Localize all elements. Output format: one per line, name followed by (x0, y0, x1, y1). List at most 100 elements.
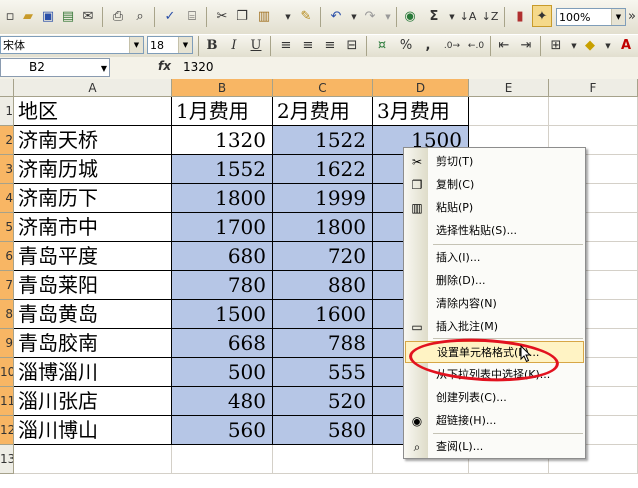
context-menu-item[interactable]: ❐ 复制(C) (405, 174, 584, 196)
name-box[interactable]: B2 ▼ (0, 58, 110, 77)
cell-a3[interactable]: 济南历城 (14, 155, 172, 184)
format-painter-icon[interactable]: ✎ (296, 6, 316, 28)
cell-b10[interactable]: 500 (172, 358, 273, 387)
zoom-combo[interactable]: 100% ▼ (556, 8, 626, 26)
column-header-f[interactable]: F (549, 79, 638, 97)
font-name-combo[interactable]: 宋体 ▼ (0, 36, 144, 54)
row-header[interactable]: 1 (0, 97, 14, 126)
align-right-icon[interactable]: ≡ (320, 35, 340, 57)
row-header[interactable]: 3 (0, 155, 14, 184)
column-header-c[interactable]: C (273, 79, 373, 97)
cell-c11[interactable]: 520 (273, 387, 373, 416)
sort-descending-icon[interactable]: ↓Z (480, 6, 500, 28)
merge-center-icon[interactable]: ⊟ (342, 35, 362, 57)
context-menu-item[interactable]: 删除(D)... (405, 270, 584, 292)
autosum-button[interactable]: Σ (424, 6, 444, 28)
cell-f1[interactable] (549, 97, 638, 126)
column-header-d[interactable]: D (373, 79, 469, 97)
cell-a8[interactable]: 青岛黄岛 (14, 300, 172, 329)
redo-dropdown-icon[interactable]: ▼ (378, 6, 398, 28)
spelling-icon[interactable]: ✓ (160, 6, 180, 28)
cell-b9[interactable]: 668 (172, 329, 273, 358)
align-left-icon[interactable]: ≡ (276, 35, 296, 57)
chart-wizard-icon[interactable]: ▮ (510, 6, 530, 28)
cell-b5[interactable]: 1700 (172, 213, 273, 242)
cell-b6[interactable]: 680 (172, 242, 273, 271)
cell-c6[interactable]: 720 (273, 242, 373, 271)
cell-b11[interactable]: 480 (172, 387, 273, 416)
paste-dropdown-icon[interactable]: ▼ (278, 6, 298, 28)
increase-indent-icon[interactable]: ⇥ (516, 35, 536, 57)
column-header-b[interactable]: B (172, 79, 273, 97)
chevron-down-icon[interactable]: ▼ (611, 9, 625, 25)
cell-a2[interactable]: 济南天桥 (14, 126, 172, 155)
cell-c9[interactable]: 788 (273, 329, 373, 358)
chevron-down-icon[interactable]: ▼ (101, 60, 107, 77)
cell-c1[interactable]: 2月费用 (273, 97, 373, 126)
copy-icon[interactable]: ❐ (232, 6, 252, 28)
chevron-down-icon[interactable]: ▼ (129, 37, 143, 53)
row-header[interactable]: 6 (0, 242, 14, 271)
cell-c7[interactable]: 880 (273, 271, 373, 300)
sort-ascending-icon[interactable]: ↓A (458, 6, 478, 28)
font-size-combo[interactable]: 18 ▼ (147, 36, 193, 54)
context-menu-item[interactable]: 清除内容(N) (405, 293, 584, 315)
cell-c10[interactable]: 555 (273, 358, 373, 387)
column-header-a[interactable]: A (14, 79, 172, 97)
context-menu-item[interactable]: ◉ 超链接(H)... (405, 410, 584, 432)
formula-input[interactable]: 1320 (183, 60, 214, 74)
row-header[interactable]: 5 (0, 213, 14, 242)
save-icon[interactable]: ▣ (38, 6, 58, 28)
increase-decimal-icon[interactable]: .0→ (442, 35, 462, 57)
row-header[interactable]: 11 (0, 387, 14, 416)
row-header[interactable]: 12 (0, 416, 14, 445)
cell-b4[interactable]: 1800 (172, 184, 273, 213)
cell-a1[interactable]: 地区 (14, 97, 172, 126)
cell-a4[interactable]: 济南历下 (14, 184, 172, 213)
cell-a10[interactable]: 淄博淄川 (14, 358, 172, 387)
cell-b13[interactable] (172, 445, 273, 474)
cell-a9[interactable]: 青岛胶南 (14, 329, 172, 358)
cell-c4[interactable]: 1999 (273, 184, 373, 213)
cell-a6[interactable]: 青岛平度 (14, 242, 172, 271)
cut-icon[interactable]: ✂ (212, 6, 232, 28)
drawing-icon[interactable]: ✦ (532, 5, 552, 27)
print-preview-icon[interactable]: ⌕ (130, 6, 150, 28)
cell-a13[interactable] (14, 445, 172, 474)
permission-icon[interactable]: ▤ (58, 6, 78, 28)
cell-a7[interactable]: 青岛莱阳 (14, 271, 172, 300)
column-header-e[interactable]: E (469, 79, 549, 97)
undo-icon[interactable]: ↶ (326, 6, 346, 28)
row-header[interactable]: 4 (0, 184, 14, 213)
toolbar-options-icon[interactable]: » (626, 6, 638, 28)
row-header[interactable]: 7 (0, 271, 14, 300)
email-icon[interactable]: ✉ (78, 6, 98, 28)
context-menu-item[interactable]: 创建列表(C)... (405, 387, 584, 409)
cell-c12[interactable]: 580 (273, 416, 373, 445)
row-header[interactable]: 8 (0, 300, 14, 329)
underline-button[interactable]: U (246, 35, 266, 57)
percent-button[interactable]: % (396, 35, 416, 57)
cell-b1[interactable]: 1月费用 (172, 97, 273, 126)
italic-button[interactable]: I (224, 35, 244, 57)
fill-color-icon[interactable]: ◆ (580, 35, 600, 57)
research-icon[interactable]: ⌸ (182, 6, 202, 28)
comma-button[interactable]: , (418, 35, 438, 57)
currency-icon[interactable]: ¤ (372, 35, 392, 57)
redo-icon[interactable]: ↷ (360, 6, 380, 28)
decrease-decimal-icon[interactable]: ←.0 (466, 35, 486, 57)
fill-color-dropdown-icon[interactable]: ▼ (598, 35, 618, 57)
cell-c3[interactable]: 1622 (273, 155, 373, 184)
cell-b3[interactable]: 1552 (172, 155, 273, 184)
hyperlink-icon[interactable]: ◉ (400, 6, 420, 28)
cell-b8[interactable]: 1500 (172, 300, 273, 329)
chevron-down-icon[interactable]: ▼ (178, 37, 192, 53)
decrease-indent-icon[interactable]: ⇤ (494, 35, 514, 57)
insert-function-icon[interactable]: fx (158, 59, 171, 73)
row-header[interactable]: 2 (0, 126, 14, 155)
cell-c2[interactable]: 1522 (273, 126, 373, 155)
row-header[interactable]: 10 (0, 358, 14, 387)
cell-a11[interactable]: 淄川张店 (14, 387, 172, 416)
context-menu-item[interactable]: ▭ 插入批注(M) (405, 316, 584, 338)
cell-e1[interactable] (469, 97, 549, 126)
